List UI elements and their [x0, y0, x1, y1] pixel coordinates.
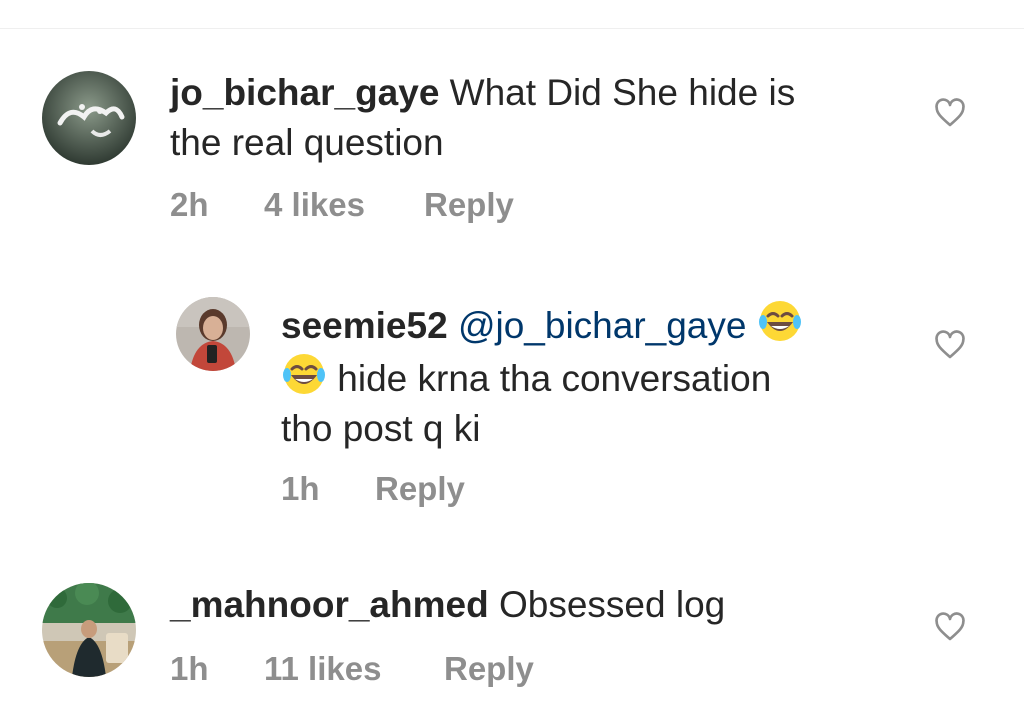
avatar[interactable]	[176, 297, 250, 371]
top-divider	[0, 28, 1024, 29]
heart-outline-icon[interactable]	[934, 612, 966, 642]
timestamp[interactable]: 2h	[170, 186, 264, 224]
username[interactable]: _mahnoor_ahmed	[170, 584, 489, 625]
reply-button[interactable]: Reply	[444, 650, 534, 688]
username[interactable]: seemie52	[281, 305, 448, 346]
comment-body-line3: tho post q ki	[281, 408, 481, 449]
heart-outline-icon[interactable]	[934, 330, 966, 360]
likes-count[interactable]: 4 likes	[264, 186, 424, 224]
likes-count[interactable]: 11 likes	[264, 650, 444, 688]
mention-link[interactable]: @jo_bichar_gaye	[458, 305, 747, 346]
timestamp[interactable]: 1h	[281, 470, 375, 508]
reply-button[interactable]: Reply	[375, 470, 465, 508]
reply-button[interactable]: Reply	[424, 186, 514, 224]
timestamp[interactable]: 1h	[170, 650, 264, 688]
heart-outline-icon[interactable]	[934, 98, 966, 128]
comment-body: Obsessed log	[488, 584, 726, 625]
comment-meta: 1h Reply	[281, 470, 465, 508]
comment-body-line2: the real question	[170, 122, 444, 163]
avatar[interactable]	[42, 583, 136, 677]
comment-text: _mahnoor_ahmed Obsessed log	[170, 580, 870, 630]
face-with-tears-of-joy-emoji	[283, 354, 325, 394]
avatar[interactable]	[42, 71, 136, 165]
comment-body: What Did She hide is	[439, 72, 796, 113]
comment-meta: 1h 11 likes Reply	[170, 650, 534, 688]
comment-text: jo_bichar_gaye What Did She hide is the …	[170, 68, 870, 168]
username[interactable]: jo_bichar_gaye	[170, 72, 439, 113]
comment-meta: 2h 4 likes Reply	[170, 186, 514, 224]
face-with-tears-of-joy-emoji	[758, 301, 801, 341]
comment-body: hide krna tha conversation	[327, 358, 772, 399]
comment-text: seemie52 @jo_bichar_gaye hide krna tha c…	[281, 298, 921, 454]
